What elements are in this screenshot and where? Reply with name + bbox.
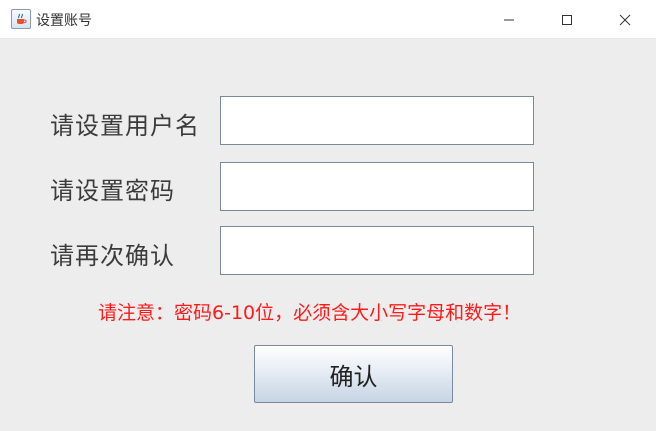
window: 设置账号 请设置用户名 请设置密码 请再次确认 请注意：密码6-10位，必须含大…	[0, 0, 656, 431]
confirm-button-label: 确认	[329, 362, 378, 391]
minimize-button[interactable]	[480, 0, 538, 39]
confirm-password-input[interactable]	[220, 226, 534, 275]
confirm-password-label: 请再次确认	[50, 242, 175, 270]
password-input[interactable]	[220, 162, 534, 211]
close-button[interactable]	[596, 0, 654, 39]
confirm-button[interactable]: 确认	[254, 345, 453, 403]
username-input[interactable]	[220, 96, 534, 145]
username-label: 请设置用户名	[50, 112, 200, 140]
password-label: 请设置密码	[50, 177, 175, 205]
maximize-button[interactable]	[538, 0, 596, 39]
java-coffee-icon	[11, 9, 31, 29]
maximize-icon	[562, 14, 572, 25]
password-requirement-notice: 请注意：密码6-10位，必须含大小写字母和数字！	[98, 302, 522, 324]
close-icon	[619, 14, 631, 25]
minimize-icon	[504, 19, 514, 20]
title-bar[interactable]: 设置账号	[0, 0, 656, 39]
window-title: 设置账号	[36, 13, 92, 29]
